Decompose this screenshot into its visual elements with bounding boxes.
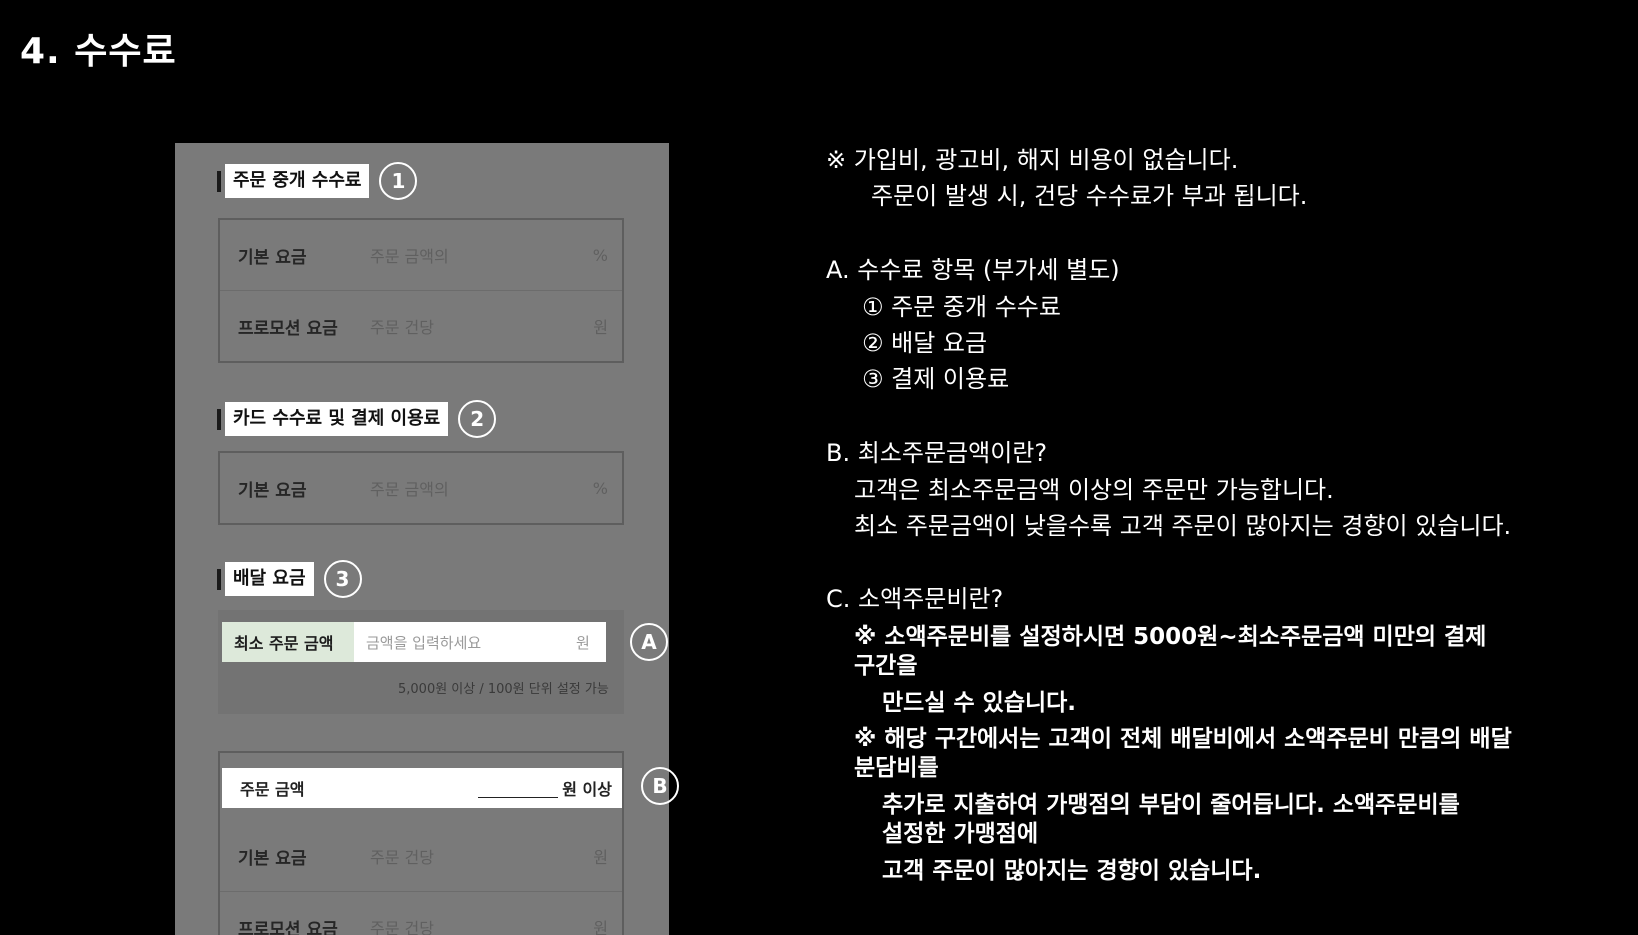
row-value: 주문 건당 [370,848,434,867]
row-value: 주문 건당 [370,318,434,337]
section-c-line: 고객 주문이 많아지는 경향이 있습니다. [882,858,1262,884]
section-title: 배달 요금 [225,562,314,596]
badge-3: 3 [323,560,362,598]
section-a-title: A. 수수료 항목 (부가세 별도) [826,256,1120,284]
order-amount-input[interactable] [478,779,559,798]
row-label: 프로모션 요금 [238,919,338,935]
section-card-fee-header: 카드 수수료 및 결제 이용료 2 [217,400,497,438]
section-c-line: 설정한 가맹점에 [882,821,1039,847]
row-label: 프로모션 요금 [238,318,338,339]
section-a-item: ① 주문 중개 수수료 [862,293,1061,321]
table-row[interactable]: 프로모션 요금 주문 건당 원 [220,892,622,935]
badge-b: B [641,767,679,805]
section-c-title: C. 소액주문비란? [826,585,1004,613]
section-b-line: 최소 주문금액이 낮을수록 고객 주문이 많아지는 경향이 있습니다. [854,512,1512,540]
order-amount-row: 주문 금액 원 이상 [222,768,622,808]
section-marker [217,408,221,430]
table-row[interactable]: 기본 요금 주문 금액의 % [220,220,622,291]
order-amount-label: 주문 금액 [240,780,305,799]
section-order-brokerage-fee-header: 주문 중개 수수료 1 [217,162,418,200]
section-c-line: 만드실 수 있습니다. [882,690,1077,716]
row-unit: 원 [593,919,608,935]
section-b-line: 고객은 최소주문금액 이상의 주문만 가능합니다. [854,476,1334,504]
minimum-order-box: 최소 주문 금액 금액을 입력하세요 원 5,000원 이상 / 100원 단위… [218,610,624,714]
note-no-fees: ※ 가입비, 광고비, 해지 비용이 없습니다. [826,146,1239,174]
section-delivery-fee-header: 배달 요금 3 [217,560,362,598]
row-unit: 원 [593,848,608,867]
badge-a: A [630,623,668,661]
page-title: 4. 수수료 [20,31,177,72]
row-label: 기본 요금 [238,480,307,501]
row-value: 주문 금액의 [370,480,449,499]
section-marker [217,568,221,590]
badge-1: 1 [379,162,418,200]
section-b-title: B. 최소주문금액이란? [826,439,1048,467]
section-title: 주문 중개 수수료 [225,164,370,198]
badge-2: 2 [458,400,497,438]
section-a-item: ② 배달 요금 [862,329,988,357]
fee-settings-panel: 주문 중개 수수료 1 기본 요금 주문 금액의 % 프로모션 요금 주문 건당… [175,143,669,935]
row-value: 주문 금액의 [370,247,449,266]
order-amount-box: 주문 금액 원 이상 기본 요금 주문 건당 원 프로모션 요금 주문 건당 원 [218,751,624,935]
row-label: 기본 요금 [238,247,307,268]
section-marker [217,170,221,192]
table-row[interactable]: 기본 요금 주문 금액의 % [220,453,622,523]
row-unit: 원 [593,318,608,337]
section-title: 카드 수수료 및 결제 이용료 [225,402,449,436]
order-brokerage-fee-table: 기본 요금 주문 금액의 % 프로모션 요금 주문 건당 원 [218,218,624,363]
order-amount-unit: 원 이상 [562,780,612,799]
minimum-order-hint: 5,000원 이상 / 100원 단위 설정 가능 [398,682,609,697]
row-label: 기본 요금 [238,848,307,869]
minimum-order-row: 최소 주문 금액 금액을 입력하세요 원 [222,622,606,662]
section-a-item: ③ 결제 이용료 [862,365,1010,393]
note-per-order-fee: 주문이 발생 시, 건당 수수료가 부과 됩니다. [871,182,1308,210]
section-c-line: ※ 해당 구간에서는 고객이 전체 배달비에서 소액주문비 만큼의 배달 [854,726,1512,752]
table-row[interactable]: 프로모션 요금 주문 건당 원 [220,291,622,361]
section-c-line: 분담비를 [854,755,939,781]
section-c-line: ※ 소액주문비를 설정하시면 5000원~최소주문금액 미만의 결제 [854,624,1487,650]
row-unit: % [592,478,608,498]
table-row[interactable]: 기본 요금 주문 건당 원 [220,821,622,892]
row-value: 주문 건당 [370,919,434,935]
delivery-fee-table: 기본 요금 주문 건당 원 프로모션 요금 주문 건당 원 [220,821,622,935]
card-fee-table: 기본 요금 주문 금액의 % [218,451,624,525]
minimum-order-label: 최소 주문 금액 [222,622,354,662]
minimum-order-unit: 원 [576,633,590,652]
section-c-line: 구간을 [854,653,918,679]
minimum-order-input[interactable]: 금액을 입력하세요 [354,622,576,662]
row-unit: % [592,245,608,265]
